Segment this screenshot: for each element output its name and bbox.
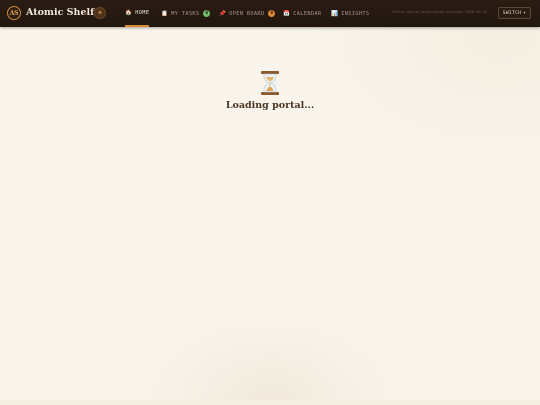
tab-insights[interactable]: 📊 INSIGHTS (331, 0, 369, 27)
loading-state: Loading portal... (0, 70, 540, 111)
tab-my-tasks[interactable]: 📋 MY TASKS 8 (161, 0, 211, 27)
clipboard-icon: 📋 (161, 10, 169, 17)
portal-page: AS Atomic Shelf ☀ 🏠 HOME 📋 MY TASKS 8 📌 … (0, 0, 540, 405)
tab-label: INSIGHTS (341, 10, 370, 17)
divider-dot (84, 12, 87, 15)
hourglass-icon (261, 71, 279, 95)
chevron-down-icon: ▾ (523, 10, 527, 16)
switch-button[interactable]: SWITCH ▾ (498, 7, 531, 19)
calendar-icon: 📅 (283, 10, 291, 17)
chart-icon: 📊 (331, 10, 339, 17)
loading-message: Loading portal... (225, 100, 315, 111)
sun-icon: ☀ (96, 9, 104, 17)
tab-label: MY TASKS (171, 10, 200, 17)
tab-label: OPEN BOARD (229, 10, 265, 17)
tab-calendar[interactable]: 📅 CALENDAR (283, 0, 321, 27)
task-count-badge: 8 (203, 10, 211, 17)
top-navigation-bar: AS Atomic Shelf ☀ 🏠 HOME 📋 MY TASKS 8 📌 … (0, 0, 540, 27)
logo-icon[interactable]: AS (7, 6, 21, 20)
switch-label: SWITCH (502, 10, 522, 16)
tab-open-board[interactable]: 📌 OPEN BOARD 8 (219, 0, 276, 27)
tab-label: HOME (135, 9, 150, 16)
tab-home[interactable]: 🏠 HOME (125, 0, 150, 27)
portal-slug: rdetor-portal-pencildaay-calendar-2016-0… (392, 10, 488, 14)
tab-label: CALENDAR (293, 10, 322, 17)
theme-toggle-button[interactable]: ☀ (94, 7, 106, 19)
pin-icon: 📌 (219, 10, 227, 17)
board-count-badge: 8 (268, 10, 276, 17)
house-icon: 🏠 (125, 9, 133, 16)
bottom-edge (0, 400, 540, 405)
